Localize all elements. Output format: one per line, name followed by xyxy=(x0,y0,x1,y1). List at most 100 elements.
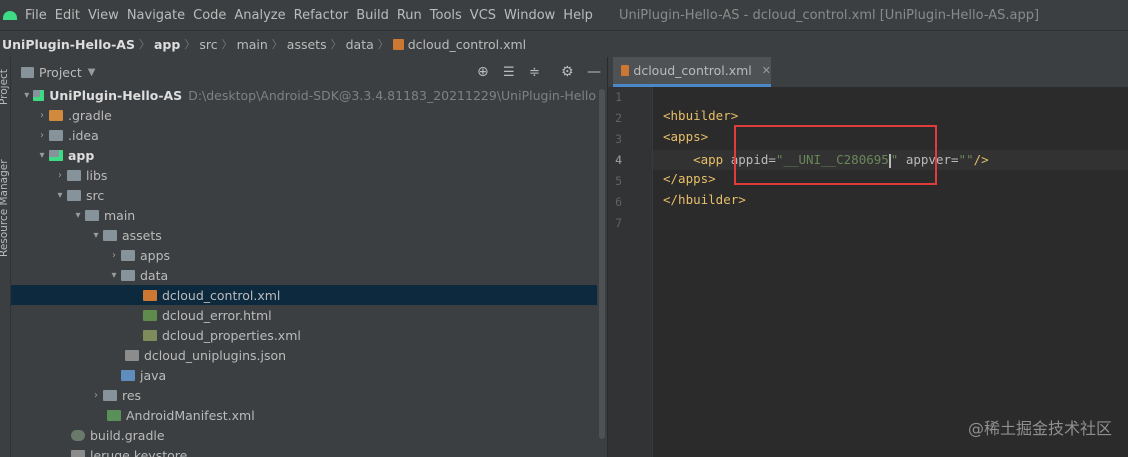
editor-gutter: 1 2 3 4 5 6 7 xyxy=(608,87,662,457)
tree-row-app[interactable]: ▾ app xyxy=(11,145,607,165)
chevron-right-icon[interactable]: › xyxy=(53,170,67,181)
chevron-right-icon: 〉 xyxy=(330,38,342,51)
menu-vcs[interactable]: VCS xyxy=(470,8,496,23)
expand-all-icon[interactable]: ☰ xyxy=(503,65,515,80)
project-view-selector[interactable]: Project xyxy=(39,65,82,80)
chevron-right-icon[interactable]: › xyxy=(35,130,49,141)
breadcrumb-src[interactable]: src xyxy=(199,37,217,52)
chevron-down-icon[interactable]: ▾ xyxy=(21,90,33,101)
menu-file[interactable]: File xyxy=(25,8,47,23)
chevron-down-icon[interactable]: ▾ xyxy=(107,270,121,281)
project-panel-header: Project ▼ ⊕ ☰ ≑ ⚙ — xyxy=(11,57,607,88)
menu-edit[interactable]: Edit xyxy=(55,8,80,23)
window-title: UniPlugin-Hello-AS - dcloud_control.xml … xyxy=(618,7,1040,23)
tree-row-assets[interactable]: ▾ assets xyxy=(11,225,607,245)
breadcrumb-data[interactable]: data xyxy=(346,37,374,52)
folder-icon xyxy=(67,169,81,181)
chevron-right-icon: 〉 xyxy=(271,38,283,51)
tree-row-res[interactable]: › res xyxy=(11,385,607,405)
menu-help[interactable]: Help xyxy=(563,8,593,23)
chevron-down-icon[interactable]: ▾ xyxy=(35,150,49,161)
gear-icon[interactable]: ⚙ xyxy=(561,64,574,80)
folder-icon xyxy=(49,129,63,141)
breadcrumb-main[interactable]: main xyxy=(237,37,268,52)
breadcrumb-file[interactable]: dcloud_control.xml xyxy=(392,37,526,52)
xml-file-icon xyxy=(621,65,630,76)
tree-row-idea[interactable]: › .idea xyxy=(11,125,607,145)
chevron-right-icon: 〉 xyxy=(221,38,233,51)
chevron-right-icon[interactable]: › xyxy=(107,250,121,261)
line-number: 5 xyxy=(615,174,622,188)
tree-row-root[interactable]: ▾ UniPlugin-Hello-AS D:\desktop\Android-… xyxy=(11,87,607,105)
line-number: 4 xyxy=(615,153,622,167)
left-tool-strip: Project Resource Manager xyxy=(0,57,11,457)
code-line-6: </hbuilder> xyxy=(663,192,746,207)
hide-panel-icon[interactable]: — xyxy=(587,64,601,80)
gradle-icon xyxy=(71,429,85,441)
project-tool-tab[interactable]: Project xyxy=(0,69,10,105)
tree-row-dcloud-properties-xml[interactable]: dcloud_properties.xml xyxy=(11,325,607,345)
xml-file-icon xyxy=(143,289,157,301)
source-folder-icon xyxy=(121,369,135,381)
menu-tools[interactable]: Tools xyxy=(430,8,462,23)
chevron-right-icon[interactable]: › xyxy=(35,110,49,121)
html-file-icon xyxy=(143,309,157,321)
tab-dcloud-control-xml[interactable]: dcloud_control.xml ✕ xyxy=(613,57,771,87)
xml-file-icon xyxy=(143,329,157,341)
close-icon[interactable]: ✕ xyxy=(762,64,771,77)
menu-analyze[interactable]: Analyze xyxy=(234,8,285,23)
resource-manager-tool-tab[interactable]: Resource Manager xyxy=(0,159,10,257)
folder-icon xyxy=(85,209,99,221)
chevron-down-icon[interactable]: ▾ xyxy=(89,230,103,241)
menu-window[interactable]: Window xyxy=(504,8,555,23)
tree-row-java[interactable]: java xyxy=(11,365,607,385)
breadcrumb-project[interactable]: UniPlugin-Hello-AS xyxy=(2,37,135,52)
chevron-right-icon[interactable]: › xyxy=(89,390,103,401)
folder-icon xyxy=(121,269,135,281)
watermark: @稀土掘金技术社区 xyxy=(967,419,1112,438)
tree-row-gradle-dir[interactable]: › .gradle xyxy=(11,105,607,125)
json-file-icon xyxy=(125,349,139,361)
project-view-icon xyxy=(21,66,34,78)
folder-orange-icon xyxy=(49,109,63,121)
menu-run[interactable]: Run xyxy=(397,8,422,23)
scrollbar-thumb[interactable] xyxy=(599,89,605,439)
menu-refactor[interactable]: Refactor xyxy=(294,8,349,23)
chevron-down-icon[interactable]: ▾ xyxy=(53,190,67,201)
tree-row-dcloud-error-html[interactable]: dcloud_error.html xyxy=(11,305,607,325)
breadcrumb: UniPlugin-Hello-AS 〉 app 〉 src 〉 main 〉 … xyxy=(0,30,1128,58)
menu-bar: File Edit View Navigate Code Analyze Ref… xyxy=(0,0,1128,30)
menu-view[interactable]: View xyxy=(88,8,119,23)
tree-row-src[interactable]: ▾ src xyxy=(11,185,607,205)
line-number: 2 xyxy=(615,111,622,125)
tree-row-build-gradle[interactable]: build.gradle xyxy=(11,425,607,445)
breadcrumb-assets[interactable]: assets xyxy=(287,37,327,52)
tree-row-dcloud-control-xml[interactable]: dcloud_control.xml xyxy=(11,285,607,305)
code-line-3: <apps> xyxy=(663,129,709,144)
tree-row-keystore[interactable]: leruge.keystore xyxy=(11,445,607,457)
menu-code[interactable]: Code xyxy=(193,8,226,23)
tree-row-apps[interactable]: › apps xyxy=(11,245,607,265)
project-tree-scrollbar[interactable] xyxy=(597,87,607,457)
breadcrumb-app[interactable]: app xyxy=(154,37,180,52)
chevron-down-icon[interactable]: ▾ xyxy=(71,210,85,221)
tree-row-libs[interactable]: › libs xyxy=(11,165,607,185)
editor-tab-bar: dcloud_control.xml ✕ xyxy=(608,57,1128,88)
chevron-down-icon[interactable]: ▼ xyxy=(88,67,96,78)
tree-row-data[interactable]: ▾ data xyxy=(11,265,607,285)
locate-file-icon[interactable]: ⊕ xyxy=(477,64,489,80)
assets-folder-icon xyxy=(103,229,117,241)
tree-row-main[interactable]: ▾ main xyxy=(11,205,607,225)
chevron-right-icon: 〉 xyxy=(377,38,389,51)
line-number: 3 xyxy=(615,132,622,146)
code-line-5: </apps> xyxy=(663,171,716,186)
tree-row-android-manifest[interactable]: AndroidManifest.xml xyxy=(11,405,607,425)
menu-build[interactable]: Build xyxy=(356,8,389,23)
xml-file-icon xyxy=(392,38,404,50)
code-line-2: <hbuilder> xyxy=(663,108,739,123)
line-number: 7 xyxy=(615,216,622,230)
tree-row-dcloud-uniplugins-json[interactable]: dcloud_uniplugins.json xyxy=(11,345,607,365)
res-folder-icon xyxy=(103,389,117,401)
collapse-all-icon[interactable]: ≑ xyxy=(529,65,540,80)
menu-navigate[interactable]: Navigate xyxy=(127,8,185,23)
